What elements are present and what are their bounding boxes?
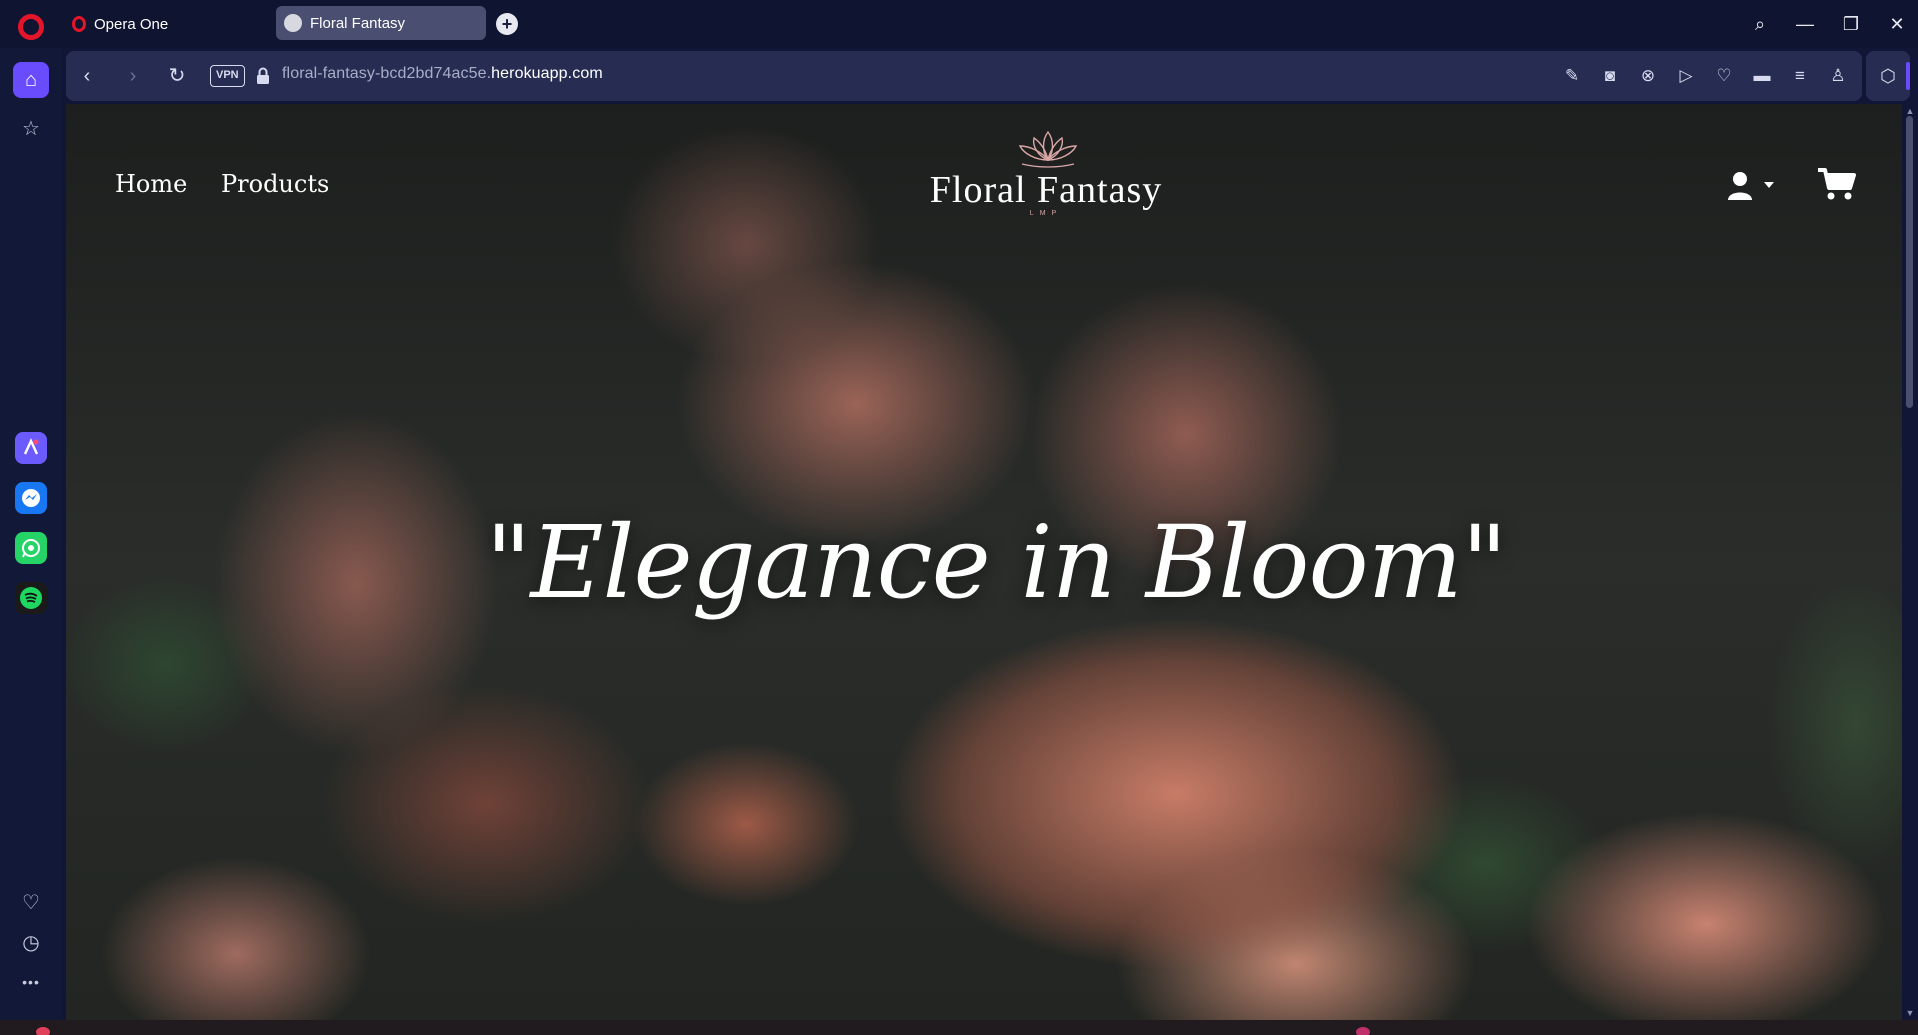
home-icon[interactable]: ⌂: [13, 62, 49, 98]
browser-window: Opera One Floral Fantasy + ⌕ — ❐ ✕ ⌂ ☆ ♡…: [0, 0, 1918, 1035]
account-menu-button[interactable]: [1726, 170, 1780, 202]
profile-icon[interactable]: ♙: [1826, 63, 1850, 89]
reload-button[interactable]: ↻: [164, 63, 190, 89]
tab-opera-one[interactable]: Opera One: [72, 12, 168, 36]
opera-icon: [72, 16, 86, 32]
new-tab-button[interactable]: +: [496, 13, 518, 35]
tab-floral-fantasy[interactable]: Floral Fantasy: [276, 6, 486, 40]
back-button[interactable]: ‹: [74, 63, 100, 89]
extensions-icon[interactable]: ⬡: [1866, 51, 1910, 101]
os-taskbar: [0, 1020, 1918, 1035]
title-bar: Opera One Floral Fantasy + ⌕ — ❐ ✕: [0, 0, 1918, 48]
scroll-up-icon[interactable]: ▲: [1904, 106, 1916, 116]
edit-icon[interactable]: ✎: [1560, 63, 1584, 89]
close-window-button[interactable]: ✕: [1882, 10, 1912, 38]
pinboard-icon[interactable]: ☆: [13, 110, 49, 146]
url-domain: herokuapp.com: [491, 65, 603, 82]
battery-icon[interactable]: ▬: [1750, 63, 1774, 89]
taskbar-app-icon[interactable]: [1356, 1027, 1370, 1035]
forward-button[interactable]: ›: [120, 63, 146, 89]
hero-heading: "Elegance in Bloom": [485, 504, 1507, 621]
tab-label: Floral Fantasy: [310, 14, 406, 32]
opera-menu-icon[interactable]: [18, 14, 44, 40]
minimize-button[interactable]: —: [1790, 10, 1820, 38]
history-icon[interactable]: ◷: [13, 924, 49, 960]
heart-icon[interactable]: ♡: [1712, 63, 1736, 89]
play-icon[interactable]: ▷: [1674, 63, 1698, 89]
lock-icon[interactable]: [256, 67, 270, 85]
address-bar-tools: ✎ ◙ ⊗ ▷ ♡ ▬ ≡ ♙: [1560, 63, 1850, 89]
more-options-icon[interactable]: •••: [13, 964, 49, 1000]
cart-button[interactable]: [1816, 166, 1856, 202]
caret-down-icon: [1764, 182, 1774, 188]
favorites-icon[interactable]: ♡: [13, 884, 49, 920]
extensions-indicator: [1906, 62, 1910, 90]
web-page: Home Products Floral Fantasy LMP "Elegan…: [66, 104, 1902, 1020]
lotus-icon: [1018, 130, 1078, 168]
spotify-icon[interactable]: [15, 582, 47, 614]
restore-button[interactable]: ❐: [1836, 10, 1866, 38]
url-prefix: floral-fantasy-bcd2bd74ac5e.: [282, 65, 492, 82]
brand-name: Floral Fantasy: [929, 169, 1163, 211]
whatsapp-icon[interactable]: [15, 532, 47, 564]
user-icon: [1728, 172, 1774, 200]
tab-label: Opera One: [94, 15, 169, 33]
messenger-icon[interactable]: [15, 482, 47, 514]
browser-sidebar: ⌂ ☆ ♡ ◷ •••: [0, 48, 62, 1020]
taskbar-app-icon[interactable]: [36, 1027, 50, 1035]
address-bar: ‹ › ↻ VPN floral-fantasy-bcd2bd74ac5e.he…: [66, 51, 1862, 101]
camera-icon[interactable]: ◙: [1598, 63, 1622, 89]
adblock-icon[interactable]: ⊗: [1636, 63, 1660, 89]
url-field[interactable]: floral-fantasy-bcd2bd74ac5e.herokuapp.co…: [282, 65, 603, 83]
settings-icon[interactable]: ≡: [1788, 63, 1812, 89]
nav-home-link[interactable]: Home: [115, 170, 187, 198]
nav-products-link[interactable]: Products: [221, 170, 329, 198]
vpn-badge[interactable]: VPN: [210, 65, 245, 87]
favicon-icon: [284, 14, 302, 32]
aria-app-icon[interactable]: [15, 432, 47, 464]
brand-logo[interactable]: Floral Fantasy LMP: [918, 126, 1174, 217]
scrollbar-thumb[interactable]: [1906, 116, 1913, 408]
search-tabs-icon[interactable]: ⌕: [1745, 10, 1775, 38]
brand-subtitle: LMP: [1029, 210, 1063, 217]
scroll-down-icon[interactable]: ▼: [1904, 1008, 1916, 1018]
shopping-cart-icon: [1818, 168, 1856, 200]
